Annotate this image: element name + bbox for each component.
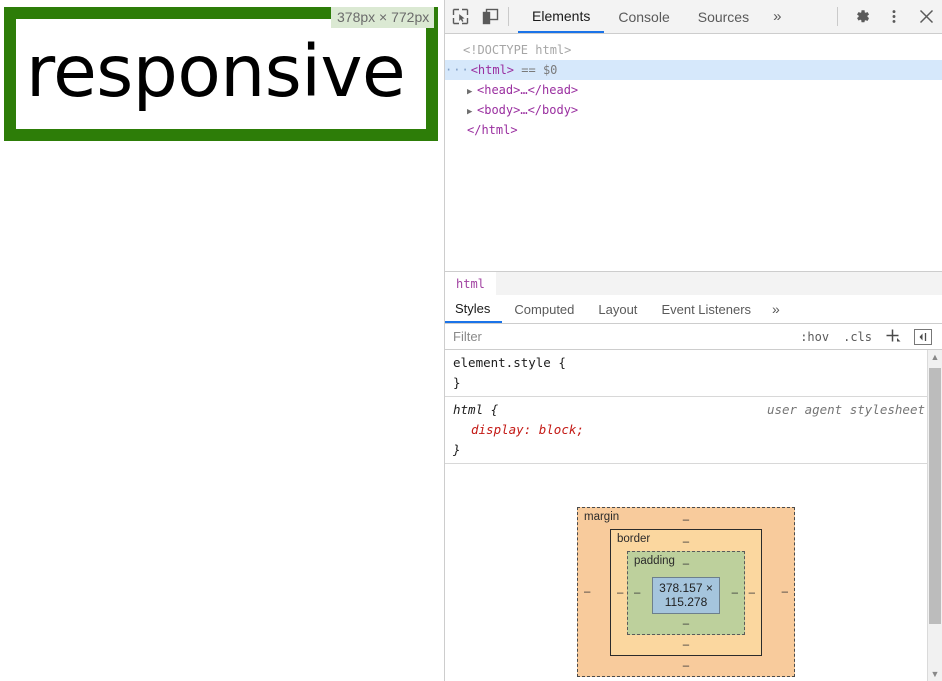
box-model-content-size[interactable]: 378.157 × 115.278 <box>652 577 720 614</box>
box-model-diagram: margin ‒ ‒ ‒ border ‒ ‒ ‒ padding ‒ ‒ ‒ <box>445 464 927 677</box>
breadcrumb-item-html[interactable]: html <box>445 271 496 296</box>
styles-tab-list: Styles Computed Layout Event Listeners » <box>445 295 942 324</box>
cls-button[interactable]: .cls <box>836 330 879 344</box>
css-property-value[interactable]: block; <box>539 422 584 437</box>
rule-close-brace: } <box>453 442 461 457</box>
dom-tree[interactable]: <!DOCTYPE html> ···<html> == $0 ▶ <head>…… <box>445 34 942 271</box>
box-model-padding[interactable]: padding ‒ ‒ ‒ 378.157 × 115.278 ‒ <box>627 551 745 635</box>
toggle-sidebar-button[interactable] <box>914 328 932 345</box>
tab-event-listeners[interactable]: Event Listeners <box>649 295 763 323</box>
browser-viewport[interactable]: responsive 378px × 772px <box>0 0 444 681</box>
scrollbar-track[interactable] <box>928 364 942 667</box>
console-ref-text: == $0 <box>521 63 558 77</box>
head-node-text: <head>…</head> <box>477 83 579 97</box>
page-headline: responsive <box>26 30 406 113</box>
styles-filter-row: :hov .cls <box>445 324 942 350</box>
css-rule-element-style[interactable]: element.style { } <box>445 350 927 397</box>
padding-right-value[interactable]: ‒ <box>732 587 738 599</box>
margin-bottom-value[interactable]: ‒ <box>578 656 794 676</box>
dom-row-body[interactable]: ▶ <body>…</body> <box>445 100 942 120</box>
doctype-text: <!DOCTYPE html> <box>463 43 572 57</box>
new-style-rule-button[interactable] <box>879 326 908 348</box>
margin-left-value[interactable]: ‒ <box>584 586 590 598</box>
border-left-value[interactable]: ‒ <box>617 587 623 599</box>
box-model-margin[interactable]: margin ‒ ‒ ‒ border ‒ ‒ ‒ padding ‒ ‒ ‒ <box>577 507 795 677</box>
tab-sources[interactable]: Sources <box>684 0 763 33</box>
toolbar-right-group <box>829 0 942 33</box>
css-property-name[interactable]: display <box>471 422 524 437</box>
tab-computed[interactable]: Computed <box>502 295 586 323</box>
css-rule-html-ua[interactable]: user agent stylesheet html { display: bl… <box>445 397 927 464</box>
tab-styles[interactable]: Styles <box>445 295 503 323</box>
more-tabs-icon[interactable]: » <box>763 0 791 33</box>
margin-label: margin <box>584 511 620 523</box>
devtools-toolbar: Elements Console Sources » <box>445 0 942 34</box>
dom-row-doctype[interactable]: <!DOCTYPE html> <box>445 40 942 60</box>
chevron-right-icon[interactable]: ▶ <box>467 102 477 122</box>
box-model-border[interactable]: border ‒ ‒ ‒ padding ‒ ‒ ‒ 378.157 × 115… <box>610 529 762 656</box>
rule-selector[interactable]: element.style { <box>453 353 919 373</box>
body-node-text: <body>…</body> <box>477 103 579 117</box>
dom-row-head[interactable]: ▶ <head>…</head> <box>445 80 942 100</box>
html-close-text: </html> <box>467 123 518 137</box>
hov-button[interactable]: :hov <box>793 330 836 344</box>
stylesheet-origin-label: user agent stylesheet <box>766 402 925 417</box>
styles-rules-list[interactable]: element.style { } user agent stylesheet … <box>445 350 927 681</box>
gear-icon[interactable] <box>846 0 878 33</box>
scroll-down-icon[interactable]: ▼ <box>931 667 940 681</box>
breadcrumb: html <box>445 271 942 296</box>
border-right-value[interactable]: ‒ <box>749 587 755 599</box>
element-size-tooltip: 378px × 772px <box>331 7 435 28</box>
more-styles-tabs-icon[interactable]: » <box>763 295 789 323</box>
devtools-tab-list: Elements Console Sources » <box>518 0 791 33</box>
scrollbar-thumb[interactable] <box>929 368 941 624</box>
html-tag-text: <html> <box>470 63 515 77</box>
css-declaration[interactable]: display: block; <box>453 420 919 440</box>
styles-pane: element.style { } user agent stylesheet … <box>445 350 942 681</box>
device-toolbar-icon[interactable] <box>475 0 505 33</box>
padding-bottom-value[interactable]: ‒ <box>628 614 744 634</box>
tab-elements[interactable]: Elements <box>518 0 605 33</box>
filter-input[interactable] <box>445 324 794 349</box>
scroll-up-icon[interactable]: ▲ <box>931 350 940 364</box>
toolbar-divider <box>508 7 509 26</box>
chevron-right-icon[interactable]: ▶ <box>467 82 477 102</box>
inspect-element-icon[interactable] <box>445 0 475 33</box>
expand-dots: ··· <box>445 63 470 77</box>
styles-scrollbar[interactable]: ▲ ▼ <box>927 350 942 681</box>
margin-right-value[interactable]: ‒ <box>782 586 788 598</box>
devtools-panel: Elements Console Sources » <!DOCTYPE htm… <box>444 0 942 681</box>
close-icon[interactable] <box>910 0 942 33</box>
tab-layout[interactable]: Layout <box>586 295 649 323</box>
tab-console[interactable]: Console <box>604 0 683 33</box>
padding-label: padding <box>634 555 675 567</box>
css-colon: : <box>523 422 539 437</box>
padding-left-value[interactable]: ‒ <box>634 587 640 599</box>
border-label: border <box>617 533 651 545</box>
border-bottom-value[interactable]: ‒ <box>611 635 761 655</box>
toolbar-divider-right <box>837 7 838 26</box>
kebab-menu-icon[interactable] <box>878 0 910 33</box>
dom-row-html[interactable]: ···<html> == $0 <box>445 60 942 80</box>
rule-close-brace: } <box>453 375 461 390</box>
dom-row-html-close[interactable]: </html> <box>445 120 942 140</box>
